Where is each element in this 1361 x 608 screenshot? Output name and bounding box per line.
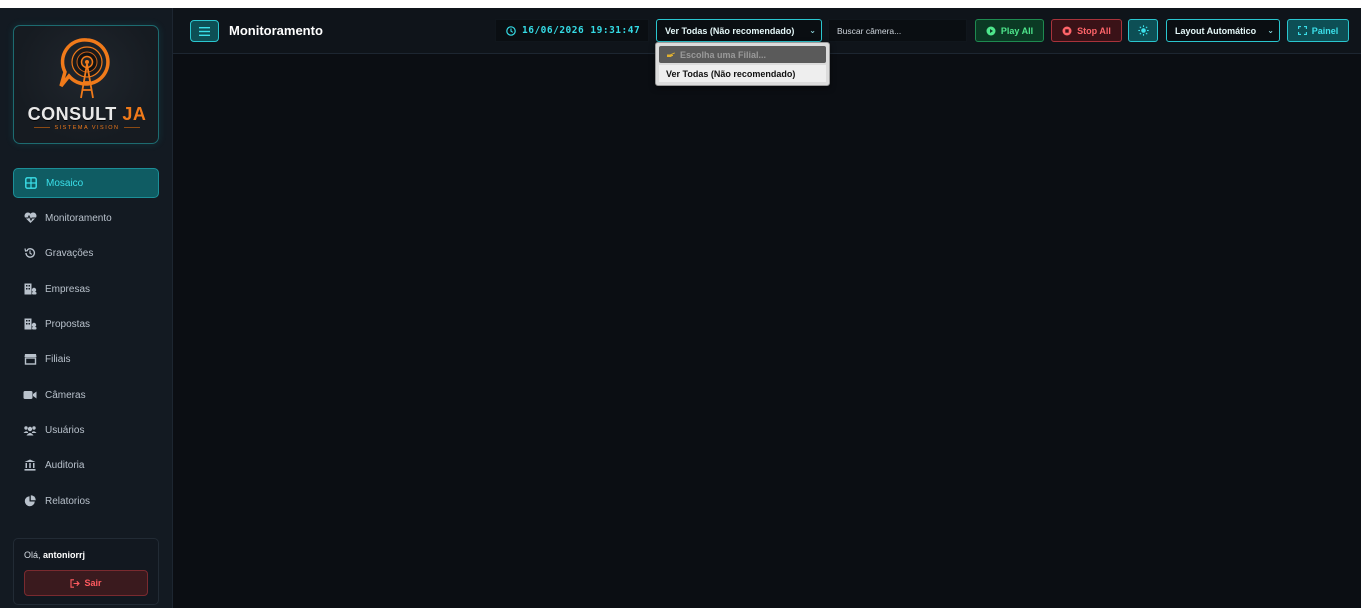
camera-search-input[interactable] — [828, 19, 967, 42]
sidebar-item-label: Relatorios — [45, 495, 91, 507]
sidebar-item-relatorios[interactable]: Relatorios — [13, 486, 159, 516]
users-icon — [23, 423, 37, 437]
logout-icon — [70, 578, 81, 588]
clock-icon — [506, 25, 516, 36]
sidebar-item-monitoramento[interactable]: Monitoramento — [13, 203, 159, 233]
sidebar-item-propostas[interactable]: Propostas — [13, 309, 159, 339]
stop-all-button[interactable]: Stop All — [1051, 19, 1122, 42]
branch-select-value: Ver Todas (Não recomendado) — [665, 25, 795, 36]
branch-dropdown-menu: Escolha uma Filial... Ver Todas (Não rec… — [655, 42, 830, 86]
pointing-hand-icon — [666, 51, 676, 59]
branch-select[interactable]: Ver Todas (Não recomendado) ⌄ — [656, 19, 822, 42]
sidebar-item-label: Câmeras — [45, 389, 86, 401]
sidebar: CONSULT JA SISTEMA VISION Mosaico Monito… — [0, 8, 173, 608]
building-icon — [23, 317, 37, 331]
sidebar-item-usuarios[interactable]: Usuários — [13, 415, 159, 445]
sidebar-item-label: Propostas — [45, 318, 91, 330]
user-card: Olá, antoniorrj Sair — [13, 538, 159, 605]
sidebar-item-label: Usuários — [45, 424, 85, 436]
username: antoniorrj — [43, 550, 86, 560]
stop-circle-icon — [1062, 26, 1072, 36]
history-icon — [23, 246, 37, 260]
building-icon — [23, 282, 37, 296]
panel-button[interactable]: Painel — [1287, 19, 1349, 42]
video-camera-icon — [23, 388, 37, 402]
logo-subtitle: SISTEMA VISION — [14, 125, 160, 131]
logo-icon — [59, 38, 110, 99]
play-circle-icon — [986, 26, 996, 36]
dropdown-option-label: Escolha uma Filial... — [680, 49, 767, 60]
logout-button[interactable]: Sair — [24, 570, 148, 596]
grid-icon — [24, 176, 38, 190]
chevron-down-icon: ⌄ — [809, 26, 816, 35]
sidebar-item-label: Gravações — [45, 247, 94, 259]
pie-chart-icon — [23, 494, 37, 508]
sidebar-item-mosaico[interactable]: Mosaico — [13, 168, 159, 198]
menu-toggle-button[interactable] — [190, 20, 219, 42]
play-all-label: Play All — [1000, 25, 1034, 36]
logout-label: Sair — [84, 578, 102, 588]
heart-pulse-icon — [23, 211, 37, 225]
landmark-icon — [23, 458, 37, 472]
logo-word-white: CONSULT — [27, 104, 117, 124]
page-title: Monitoramento — [229, 23, 323, 38]
store-icon — [23, 352, 37, 366]
sidebar-item-label: Monitoramento — [45, 212, 112, 224]
sidebar-item-empresas[interactable]: Empresas — [13, 274, 159, 304]
sidebar-item-label: Filiais — [45, 353, 71, 365]
panel-label: Painel — [1311, 25, 1339, 36]
sidebar-item-gravacoes[interactable]: Gravações — [13, 238, 159, 268]
clock-display: 16/06/2026 19:31:47 — [495, 19, 649, 42]
dropdown-option-choose-branch: Escolha uma Filial... — [659, 46, 826, 63]
sun-icon — [1137, 25, 1149, 36]
sidebar-item-label: Auditoria — [45, 459, 85, 471]
theme-toggle-button[interactable] — [1128, 19, 1158, 42]
dropdown-option-label: Ver Todas (Não recomendado) — [666, 68, 796, 79]
sidebar-item-auditoria[interactable]: Auditoria — [13, 450, 159, 480]
logo-word-orange: JA — [122, 104, 147, 124]
layout-select-value: Layout Automático — [1175, 25, 1257, 36]
play-all-button[interactable]: Play All — [975, 19, 1044, 42]
chevron-down-icon: ⌄ — [1267, 26, 1274, 35]
clock-text: 16/06/2026 19:31:47 — [522, 25, 641, 36]
logo-wordmark: CONSULT JA — [14, 104, 160, 125]
user-greeting: Olá, antoniorrj — [24, 550, 85, 560]
sidebar-item-label: Mosaico — [46, 177, 84, 189]
sidebar-item-filiais[interactable]: Filiais — [13, 344, 159, 374]
browser-top-strip — [0, 0, 1361, 8]
sidebar-item-cameras[interactable]: Câmeras — [13, 380, 159, 410]
sidebar-item-label: Empresas — [45, 283, 91, 295]
app-root: CONSULT JA SISTEMA VISION Mosaico Monito… — [0, 8, 1361, 608]
greeting-text: Olá, — [24, 550, 41, 560]
dropdown-option-view-all[interactable]: Ver Todas (Não recomendado) — [659, 65, 826, 82]
layout-select[interactable]: Layout Automático ⌄ — [1166, 19, 1280, 42]
logo-card: CONSULT JA SISTEMA VISION — [13, 25, 159, 144]
mosaic-area — [173, 54, 1361, 608]
stop-all-label: Stop All — [1077, 25, 1111, 36]
hamburger-icon — [199, 26, 210, 36]
expand-icon — [1297, 26, 1307, 35]
